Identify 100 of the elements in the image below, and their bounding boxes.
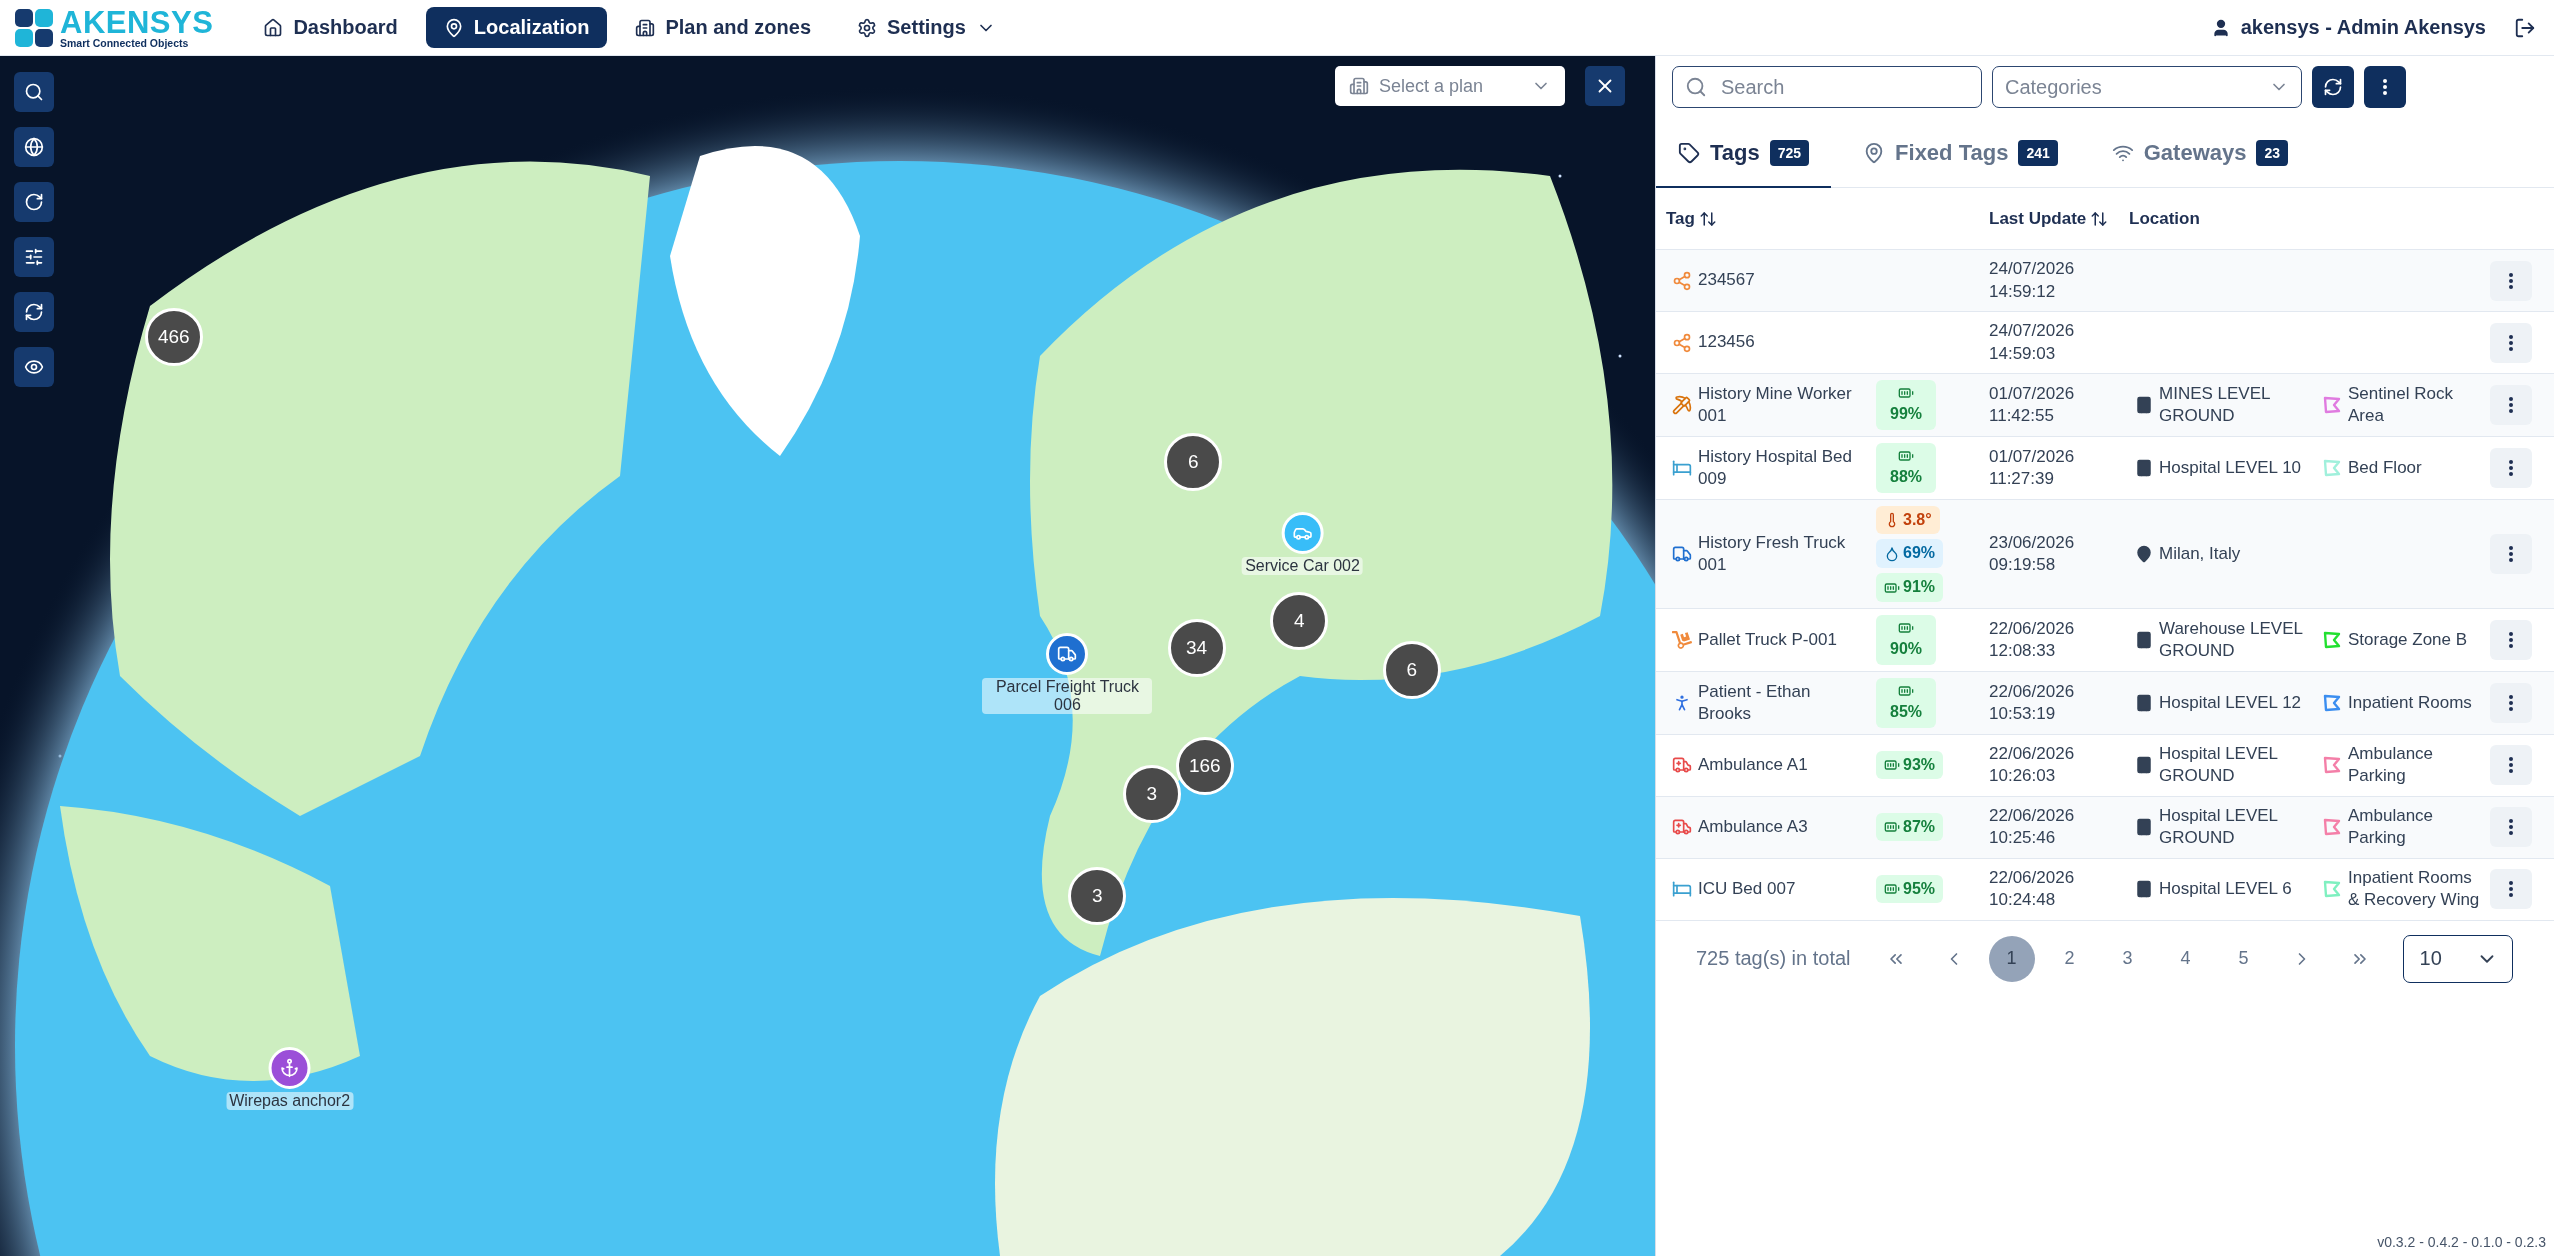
battery-badge: 99%: [1876, 380, 1937, 430]
map-globe-button[interactable]: [14, 127, 54, 167]
page-button[interactable]: 1: [1988, 935, 2035, 982]
column-header: Last Update: [1989, 208, 2087, 229]
nav-tab[interactable]: Dashboard: [245, 7, 416, 48]
nav-icon: [635, 17, 656, 38]
more-icon: [2509, 694, 2513, 711]
page-button[interactable]: 3: [2104, 935, 2151, 982]
zone-name: Inpatient Rooms & Recovery Wing: [2348, 867, 2481, 912]
more-icon: [2383, 79, 2387, 95]
user-name: akensys - Admin Akensys: [2240, 16, 2486, 39]
location-name: Hospital LEVEL 12: [2159, 691, 2303, 714]
search-icon: [24, 82, 44, 102]
row-menu-button[interactable]: [2490, 619, 2532, 660]
battery-badge: 88%: [1876, 442, 1937, 493]
battery-icon: [1898, 385, 1914, 401]
battery-badge: 85%: [1876, 677, 1937, 728]
panel-tab[interactable]: Gateways 23: [2089, 122, 2311, 188]
logout-icon[interactable]: [2514, 16, 2536, 39]
column-header: Location: [2129, 208, 2200, 229]
temperature-badge: 3.8°: [1876, 505, 1940, 535]
globe-icon: [24, 137, 44, 157]
last-update: 22/06/2026 10:53:19: [1989, 680, 2076, 725]
row-menu-button[interactable]: [2490, 384, 2532, 425]
map-search-button[interactable]: [14, 72, 54, 112]
tag-name: Pallet Truck P-001: [1698, 628, 1838, 651]
more-icon: [2509, 272, 2513, 289]
page-button[interactable]: 5: [2220, 935, 2267, 982]
page-button[interactable]: 4: [2162, 935, 2209, 982]
row-menu-button[interactable]: [2490, 533, 2532, 574]
logo-tagline: Smart Connected Objects: [60, 37, 190, 49]
plan-select[interactable]: Select a plan: [1335, 66, 1565, 106]
more-icon: [2509, 819, 2513, 836]
marker-label: Parcel Freight Truck 006: [982, 677, 1153, 714]
row-menu-button[interactable]: [2490, 682, 2532, 723]
battery-badge: 90%: [1876, 615, 1937, 665]
sort-icon[interactable]: [2090, 209, 2109, 228]
row-menu-button[interactable]: [2490, 260, 2532, 301]
row-menu-button[interactable]: [2490, 869, 2532, 910]
marker-label: Service Car 002: [1242, 556, 1363, 575]
more-icon: [2509, 757, 2513, 774]
close-button[interactable]: [1585, 66, 1625, 106]
last-update: 23/06/2026 09:19:58: [1989, 531, 2076, 576]
more-icon: [2509, 545, 2513, 562]
tag-name: History Hospital Bed 009: [1698, 445, 1853, 490]
location-name: Hospital LEVEL GROUND: [2159, 805, 2279, 850]
page-button[interactable]: 2: [2046, 935, 2093, 982]
map-refresh-button[interactable]: [14, 292, 54, 332]
row-menu-button[interactable]: [2490, 447, 2532, 488]
zone-name: Bed Floor: [2348, 456, 2423, 479]
search-field[interactable]: Search: [1672, 66, 1982, 108]
tag-name: History Mine Worker 001: [1698, 382, 1853, 427]
map-rotate-button[interactable]: [14, 182, 54, 222]
zone-name: Inpatient Rooms: [2348, 691, 2473, 714]
more-icon: [2509, 631, 2513, 648]
row-menu-button[interactable]: [2490, 745, 2532, 786]
more-icon: [2509, 881, 2513, 898]
column-header: Tag: [1666, 208, 1695, 229]
tag-icon: [1678, 142, 1700, 164]
nav-icon: [263, 17, 284, 38]
humidity-icon: [1884, 545, 1900, 562]
location-name: Milan, Italy: [2159, 542, 2242, 565]
last-update: 22/06/2026 10:26:03: [1989, 743, 2076, 788]
last-update: 22/06/2026 12:08:33: [1989, 617, 2076, 662]
battery-badge: 87%: [1876, 812, 1944, 842]
page-size-select[interactable]: 10: [2402, 934, 2513, 983]
last-update: 24/07/2026 14:59:12: [1989, 258, 2076, 303]
more-icon: [2509, 459, 2513, 476]
sort-icon[interactable]: [1698, 209, 1717, 228]
tag-name: History Fresh Truck 001: [1698, 531, 1847, 576]
search-input[interactable]: Search: [1719, 74, 1969, 100]
row-menu-button[interactable]: [2490, 322, 2532, 363]
row-menu-button[interactable]: [2490, 807, 2532, 848]
panel-tab[interactable]: Tags 725: [1656, 122, 1832, 188]
nav-tab[interactable]: Localization: [425, 7, 608, 48]
logo-icon: [14, 7, 54, 48]
more-icon: [2509, 396, 2513, 413]
refresh-icon: [2323, 77, 2343, 97]
more-icon: [2509, 334, 2513, 351]
panel-tab[interactable]: Fixed Tags 241: [1841, 122, 2080, 188]
more-options-button[interactable]: [2364, 66, 2406, 108]
battery-badge: 95%: [1876, 874, 1944, 904]
last-update: 01/07/2026 11:27:39: [1989, 445, 2076, 490]
location-name: Hospital LEVEL 10: [2159, 456, 2303, 479]
anchor-icon: [279, 1057, 300, 1078]
nav-tab[interactable]: Plan and zones: [617, 7, 829, 48]
battery-badge: 93%: [1876, 750, 1944, 780]
zone-name: Ambulance Parking: [2348, 743, 2435, 788]
last-update: 22/06/2026 10:24:48: [1989, 867, 2076, 912]
refresh-button[interactable]: [2312, 66, 2354, 108]
map-sliders-button[interactable]: [14, 237, 54, 277]
categories-select[interactable]: Categories: [1992, 66, 2302, 108]
last-update: 22/06/2026 10:25:46: [1989, 805, 2076, 850]
tag-name: Patient - Ethan Brooks: [1698, 680, 1812, 725]
nav-tab[interactable]: Settings: [839, 7, 1014, 48]
tag-name: Ambulance A1: [1698, 754, 1809, 777]
last-update: 24/07/2026 14:59:03: [1989, 320, 2076, 365]
count-badge: 725: [1769, 140, 1810, 166]
map-eye-button[interactable]: [14, 347, 54, 387]
tag-name: ICU Bed 007: [1698, 878, 1797, 901]
